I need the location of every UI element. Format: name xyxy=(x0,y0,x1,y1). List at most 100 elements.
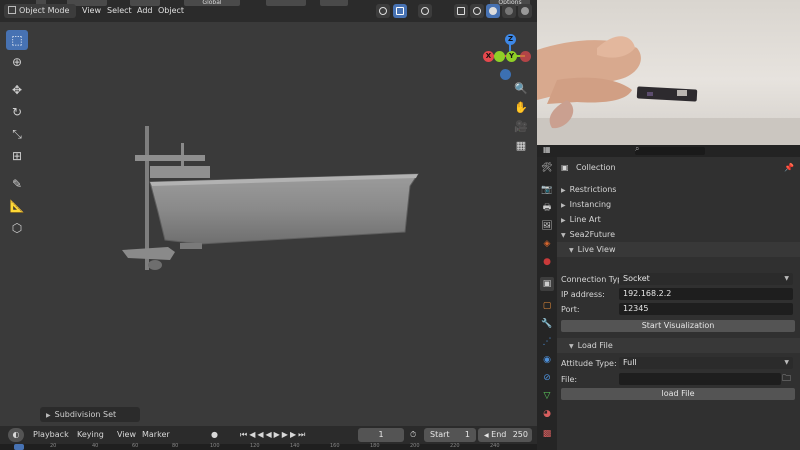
timeline-menu-marker[interactable]: Marker xyxy=(142,428,170,442)
timeline: ◐ Playback Keying View Marker ● ⏮◀◀◀▶▶▶⏭… xyxy=(0,426,537,450)
gizmo-neg-z-axis[interactable] xyxy=(500,69,511,80)
gizmo-neg-y-axis[interactable] xyxy=(494,51,505,62)
search-icon: ⌕ xyxy=(635,144,640,153)
chevron-down-icon: ▼ xyxy=(784,275,789,282)
tab-physics[interactable]: ◉ xyxy=(540,353,554,367)
subpanel-live-view[interactable]: ▼ Live View xyxy=(557,242,800,257)
ruler-tick: 160 xyxy=(330,443,340,449)
port-field[interactable]: 12345 xyxy=(619,303,793,315)
timeline-editor-icon[interactable]: ◐ xyxy=(8,428,24,442)
attitude-type-dropdown[interactable]: Full ▼ xyxy=(619,357,793,369)
tab-texture[interactable]: ▩ xyxy=(540,427,554,441)
collection-properties: ▣ Collection 📌 ▶ Restrictions ▶ Instancing… xyxy=(557,157,800,450)
panel-restrictions[interactable]: ▶ Restrictions xyxy=(557,182,800,197)
chevron-down-icon: ▼ xyxy=(784,359,789,366)
properties-header: ▦ ⌕ xyxy=(537,144,800,157)
load-file-button[interactable]: load File xyxy=(561,388,795,400)
start-frame-field[interactable]: Start 1 xyxy=(424,428,476,442)
ruler-tick: 20 xyxy=(50,443,57,449)
stopwatch-icon[interactable]: ⏱ xyxy=(410,428,416,442)
gizmo-y-axis[interactable]: Y xyxy=(506,51,517,62)
pin-icon[interactable]: 📌 xyxy=(784,160,794,176)
ruler-tick: 80 xyxy=(172,443,179,449)
start-visualization-row: Start Visualization xyxy=(557,319,800,334)
tab-object[interactable]: ▢ xyxy=(540,299,554,313)
ip-address-label: IP address: xyxy=(561,290,605,299)
tab-particles[interactable]: ⋰ xyxy=(540,335,554,349)
current-frame-field[interactable]: 1 xyxy=(358,428,404,442)
camera-view-icon[interactable]: 🎥 xyxy=(513,119,529,135)
timeline-menu-view[interactable]: View xyxy=(117,428,136,442)
ruler-tick: 240 xyxy=(490,443,500,449)
panel-line-art[interactable]: ▶ Line Art xyxy=(557,212,800,227)
ruler-tick: 60 xyxy=(132,443,139,449)
folder-icon[interactable]: 🗀 xyxy=(782,372,791,387)
port-label: Port: xyxy=(561,305,580,314)
3d-viewport[interactable]: Global Options Object Mode View Select A… xyxy=(0,0,537,426)
properties-editor: ▦ ⌕ 🛠 📷 🖶 🖼 ◈ ● ▣ ▢ 🔧 ⋰ ◉ ⊘ ▽ ◕ ▩ ▣ Coll… xyxy=(537,144,800,450)
tab-scene[interactable]: ◈ xyxy=(540,237,554,251)
connection-type-dropdown[interactable]: Socket ▼ xyxy=(619,273,793,285)
tab-tool[interactable]: 🛠 xyxy=(540,161,554,175)
perspective-grid-icon[interactable]: ▦ xyxy=(513,138,529,154)
attitude-type-row: Attitude Type: Full ▼ xyxy=(557,356,800,371)
tab-constraints[interactable]: ⊘ xyxy=(540,371,554,385)
properties-search-input[interactable]: ⌕ xyxy=(635,144,705,155)
zoom-icon[interactable]: 🔍 xyxy=(513,81,529,97)
ruler-tick: 200 xyxy=(410,443,420,449)
start-visualization-button[interactable]: Start Visualization xyxy=(561,320,795,332)
end-value: 250 xyxy=(512,430,528,439)
collection-icon: ▣ xyxy=(561,163,569,172)
gizmo-z-axis[interactable]: Z xyxy=(505,34,516,45)
ruler-tick: 120 xyxy=(250,443,260,449)
frame-ruler[interactable]: 20 40 60 80 100 120 140 160 180 200 220 … xyxy=(0,443,537,450)
playback-controls[interactable]: ⏮◀◀◀▶▶▶⏭ xyxy=(240,428,307,442)
ruler-tick: 100 xyxy=(210,443,220,449)
gizmo-neg-x-axis[interactable] xyxy=(520,51,531,62)
boat-model[interactable] xyxy=(0,0,537,426)
gizmo-x-axis[interactable]: X xyxy=(483,51,494,62)
tab-world[interactable]: ● xyxy=(540,255,554,269)
connection-type-value: Socket xyxy=(623,274,650,283)
start-label: Start xyxy=(430,430,450,439)
end-label: End xyxy=(491,430,507,439)
attitude-type-label: Attitude Type: xyxy=(561,359,617,368)
ruler-tick: 140 xyxy=(290,443,300,449)
file-row: File: 🗀 xyxy=(557,372,800,387)
ruler-tick: 40 xyxy=(92,443,99,449)
camera-video-overlay xyxy=(537,0,800,145)
panel-sea2future[interactable]: ▼ Sea2Future xyxy=(557,227,800,242)
hand-holding-board-image xyxy=(537,36,800,145)
end-frame-field[interactable]: ◀ End 250 xyxy=(478,428,532,442)
tab-collection[interactable]: ▣ xyxy=(540,277,554,291)
file-path-field[interactable] xyxy=(619,373,781,385)
last-operator-panel[interactable]: ▶ Subdivision Set xyxy=(40,407,140,422)
ip-address-row: IP address: 192.168.2.2 xyxy=(557,287,800,302)
editor-type-icon[interactable]: ▦ xyxy=(543,145,551,154)
ip-address-field[interactable]: 192.168.2.2 xyxy=(619,288,793,300)
tab-view-layer[interactable]: 🖼 xyxy=(540,219,554,233)
subpanel-load-file[interactable]: ▼ Load File xyxy=(557,338,800,353)
collection-title: Collection xyxy=(576,163,616,172)
ruler-tick: 220 xyxy=(450,443,460,449)
panel-instancing[interactable]: ▶ Instancing xyxy=(557,197,800,212)
timeline-menu-playback[interactable]: Playback xyxy=(33,428,69,442)
start-value: 1 xyxy=(464,430,470,439)
last-operator-label: Subdivision Set xyxy=(54,410,117,419)
tab-data[interactable]: ▽ xyxy=(540,389,554,403)
tab-material[interactable]: ◕ xyxy=(540,407,554,421)
tab-render[interactable]: 📷 xyxy=(540,183,554,197)
file-label: File: xyxy=(561,375,578,384)
tab-modifiers[interactable]: 🔧 xyxy=(540,317,554,331)
properties-tabs: 🛠 📷 🖶 🖼 ◈ ● ▣ ▢ 🔧 ⋰ ◉ ⊘ ▽ ◕ ▩ xyxy=(537,157,557,450)
load-file-row: load File xyxy=(557,387,800,402)
ruler-tick: 180 xyxy=(370,443,380,449)
pan-hand-icon[interactable]: ✋ xyxy=(513,100,529,116)
attitude-type-value: Full xyxy=(623,358,637,367)
collection-header: ▣ Collection 📌 xyxy=(557,160,800,176)
record-icon[interactable]: ● xyxy=(211,428,218,442)
playhead[interactable] xyxy=(14,444,24,450)
timeline-menu-keying[interactable]: Keying xyxy=(77,428,104,442)
port-row: Port: 12345 xyxy=(557,302,800,317)
tab-output[interactable]: 🖶 xyxy=(540,201,554,215)
